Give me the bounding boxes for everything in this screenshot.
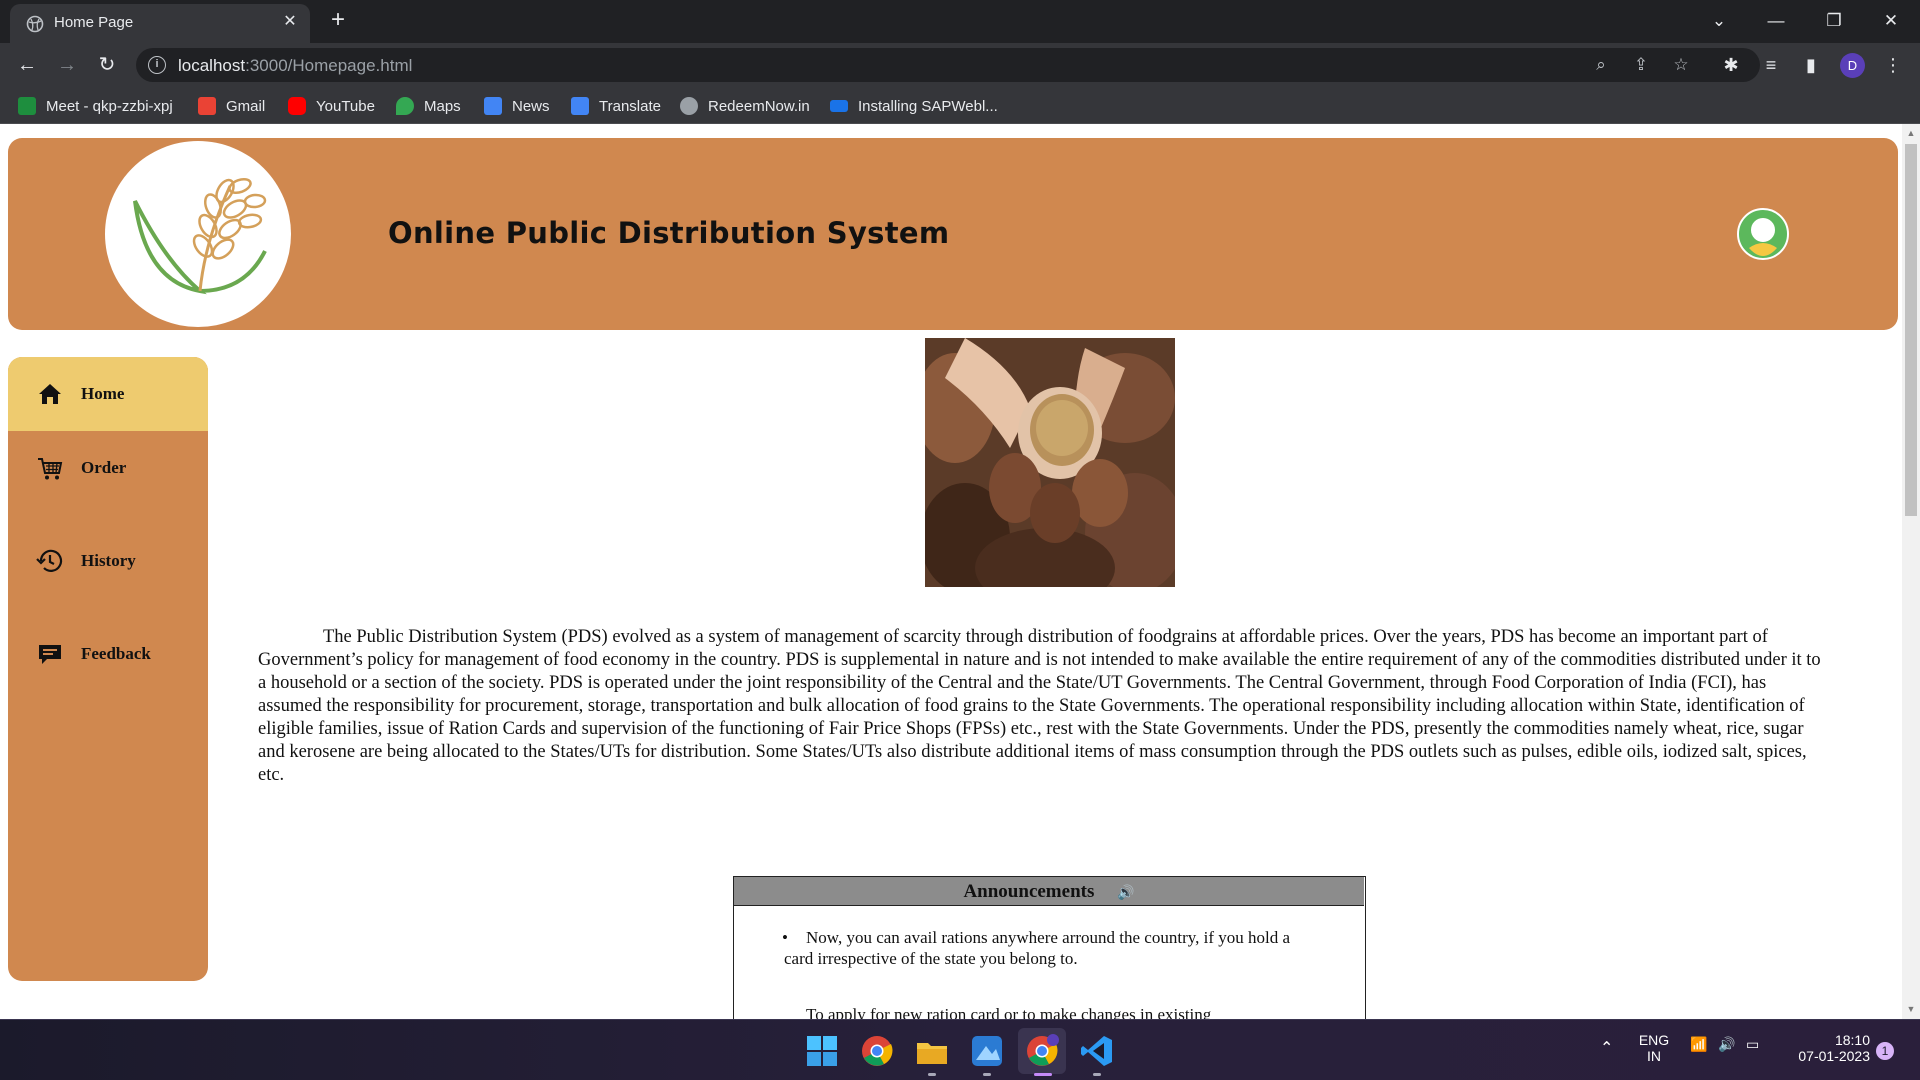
site-logo [105,141,291,327]
file-explorer-icon[interactable] [915,1034,949,1068]
language-indicator[interactable]: ENG IN [1634,1032,1674,1064]
speaker-icon: 🔊 [1117,886,1135,901]
announcements-list: • Now, you can avail rations anywhere ar… [782,927,1304,1019]
announcement-item: To apply for new ration card or to make … [806,1005,1212,1019]
announcements-heading: Announcements 🔊 [734,877,1364,906]
sidebar-item-order[interactable]: Order [8,431,208,505]
running-indicator [928,1073,936,1076]
bookmarks-bar: Meet - qkp-zzbi-xpj Gmail YouTube Maps N… [0,87,1920,124]
photos-app-icon[interactable] [970,1034,1004,1068]
scroll-down-arrow-icon[interactable]: ▼ [1906,1004,1916,1014]
close-window-icon[interactable]: ✕ [1874,6,1908,36]
sidebar-item-label: Home [81,384,125,403]
site-info-icon[interactable]: i [148,56,166,74]
globe-icon [26,15,44,33]
bookmark-sap[interactable]: Installing SAPWebl... [830,95,998,117]
new-tab-button[interactable]: + [325,8,351,34]
youtube-icon [288,97,306,115]
sidebar-item-label: Order [81,458,127,477]
sidebar-item-feedback[interactable]: Feedback [8,617,208,691]
scrollbar-thumb[interactable] [1905,144,1917,516]
site-title: Online Public Distribution System [388,216,950,250]
bookmark-youtube[interactable]: YouTube [288,95,375,117]
windows-start-icon[interactable] [805,1034,839,1068]
side-panel-icon[interactable]: ▮ [1798,52,1824,78]
extensions-icon[interactable]: ✱ [1718,52,1744,78]
restore-icon[interactable]: ❐ [1817,6,1851,36]
browser-tab-active[interactable]: Home Page ✕ [10,4,310,43]
sap-icon [830,100,848,112]
globe-icon [680,97,698,115]
cart-icon [38,458,63,480]
site-header: Online Public Distribution System [8,138,1898,330]
gmail-icon [198,97,216,115]
user-profile-icon[interactable] [1737,208,1789,260]
bookmark-meet[interactable]: Meet - qkp-zzbi-xpj [18,95,173,117]
profile-avatar[interactable]: D [1840,53,1865,78]
history-icon [36,549,63,572]
clock[interactable]: 18:10 07-01-2023 [1780,1032,1870,1064]
active-indicator [1034,1073,1052,1076]
announcement-item: • Now, you can avail rations anywhere ar… [782,928,1291,968]
wheat-logo-icon [133,177,267,295]
bookmark-maps[interactable]: Maps [396,95,461,117]
feedback-icon [39,645,61,664]
bookmark-redeemnow[interactable]: RedeemNow.in [680,95,810,117]
grain-in-hands-image [925,338,1175,587]
bookmark-news[interactable]: News [484,95,550,117]
bookmark-translate[interactable]: Translate [571,95,661,117]
sidebar-item-label: Feedback [81,644,151,663]
show-hidden-icons-chevron-icon[interactable]: ⌃ [1600,1038,1613,1058]
pds-description: The Public Distribution System (PDS) evo… [258,627,1821,785]
page-viewport: Online Public Distribution System Home O… [0,124,1920,1019]
zoom-icon[interactable]: ⌕ [1590,54,1612,76]
tab-close-icon[interactable]: ✕ [280,12,300,32]
sidebar-item-home[interactable]: Home [8,357,208,431]
home-icon [39,384,61,404]
url-text[interactable]: localhost:3000/Homepage.html [178,56,412,76]
announcements-panel: Announcements 🔊 • Now, you can avail rat… [733,876,1366,1019]
vscode-icon[interactable] [1080,1034,1114,1068]
translate-icon [571,97,589,115]
tab-search-chevron-icon[interactable]: ⌄ [1702,6,1736,36]
address-bar[interactable]: i localhost:3000/Homepage.html ⌕ ⇪ ☆ [136,48,1760,82]
windows-taskbar: ⌃ ENG IN 📶 🔊 ▭ 18:10 07-01-2023 1 [0,1019,1920,1080]
reload-icon[interactable]: ↻ [92,50,122,80]
notification-badge[interactable]: 1 [1876,1042,1894,1060]
browser-toolbar: ← → ↻ i localhost:3000/Homepage.html ⌕ ⇪… [0,43,1920,87]
running-indicator [1093,1073,1101,1076]
running-indicator [983,1073,991,1076]
sidebar-item-history[interactable]: History [8,524,208,598]
sidebar-nav: Home Order History Feedback [8,357,208,981]
tab-title: Home Page [54,14,134,31]
bookmark-gmail[interactable]: Gmail [198,95,265,117]
battery-icon[interactable]: ▭ [1746,1036,1759,1053]
maps-icon [396,97,414,115]
share-icon[interactable]: ⇪ [1630,54,1652,76]
minimize-icon[interactable]: — [1759,6,1793,36]
sidebar-item-label: History [81,551,136,570]
chrome-icon[interactable] [860,1034,894,1068]
bookmark-star-icon[interactable]: ☆ [1670,54,1692,76]
google-meet-icon [18,97,36,115]
menu-kebab-icon[interactable]: ⋮ [1880,52,1906,78]
scroll-up-arrow-icon[interactable]: ▲ [1906,128,1916,138]
volume-icon[interactable]: 🔊 [1718,1036,1735,1053]
browser-titlebar: Home Page ✕ + ⌄ — ❐ ✕ [0,0,1920,43]
news-icon [484,97,502,115]
chrome-profile-icon[interactable] [1025,1034,1059,1068]
page-scrollbar[interactable]: ▲ ▼ [1902,124,1920,1019]
back-icon[interactable]: ← [12,50,42,80]
forward-icon[interactable]: → [52,50,82,80]
media-queue-icon[interactable]: ≡ [1758,52,1784,78]
wifi-icon[interactable]: 📶 [1690,1036,1707,1053]
